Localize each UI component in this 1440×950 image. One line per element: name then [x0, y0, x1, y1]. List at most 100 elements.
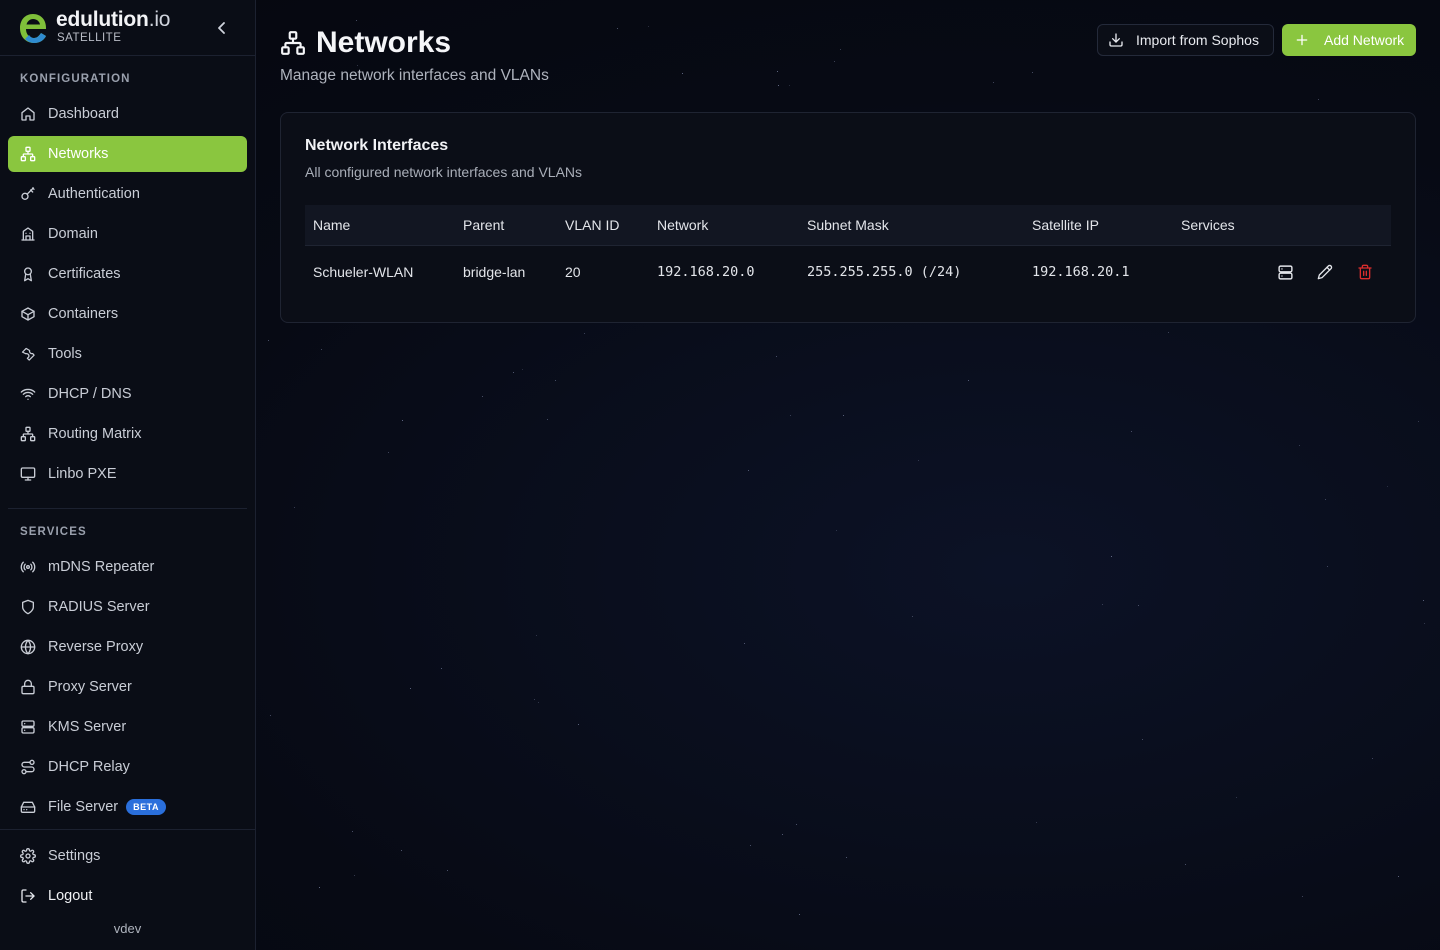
sidebar-item-reverse-proxy[interactable]: Reverse Proxy: [8, 629, 247, 665]
award-icon: [20, 266, 36, 282]
monitor-icon: [20, 466, 36, 482]
cell-satellite-ip: 192.168.20.1: [1032, 264, 1130, 280]
table-row: Schueler-WLAN bridge-lan 20 192.168.20.0…: [305, 246, 1391, 299]
card-title: Network Interfaces: [305, 137, 449, 154]
sidebar-item-radius-server[interactable]: RADIUS Server: [8, 589, 247, 625]
column-header-subnet-mask: Subnet Mask: [807, 217, 889, 233]
star-dot: [1131, 431, 1133, 433]
star-dot: [789, 415, 791, 417]
star-dot: [512, 371, 514, 373]
star-dot: [538, 702, 540, 704]
star-dot: [1168, 332, 1170, 334]
import-from-sophos-button[interactable]: Import from Sophos: [1097, 24, 1274, 56]
star-dot: [776, 356, 778, 358]
sidebar: edulution.io SATELLITE KONFIGURATION Das…: [0, 0, 256, 950]
chevron-left-icon: [218, 22, 225, 34]
sidebar-item-kms-server[interactable]: KMS Server: [8, 709, 247, 745]
network-icon: [281, 31, 305, 55]
star-dot: [778, 84, 780, 86]
brand-subtitle: SATELLITE: [57, 32, 122, 44]
sidebar-item-dhcp-relay[interactable]: DHCP Relay: [8, 749, 247, 785]
sidebar-item-containers[interactable]: Containers: [8, 296, 247, 332]
sidebar-item-label: Reverse Proxy: [48, 639, 144, 655]
sidebar-item-mdns-repeater[interactable]: mDNS Repeater: [8, 549, 247, 585]
sidebar-item-linbo-pxe[interactable]: Linbo PXE: [8, 456, 247, 492]
star-dot: [388, 451, 390, 453]
brand-name: edulution.io: [56, 8, 171, 31]
network-icon: [20, 426, 36, 442]
sidebar-item-dashboard[interactable]: Dashboard: [8, 96, 247, 132]
sidebar-item-tools[interactable]: Tools: [8, 336, 247, 372]
sidebar-item-networks[interactable]: Networks: [8, 136, 247, 172]
star-dot: [617, 27, 619, 29]
edulution-logo-icon: [20, 14, 47, 43]
delete-button[interactable]: [1355, 262, 1375, 282]
sidebar-item-dhcp-dns[interactable]: DHCP / DNS: [8, 376, 247, 412]
star-dot: [268, 339, 270, 341]
sidebar-item-label: Dashboard: [48, 106, 119, 122]
card-description: All configured network interfaces and VL…: [305, 164, 583, 180]
logout-button[interactable]: Logout: [8, 878, 247, 914]
star-dot: [1423, 600, 1425, 602]
shield-icon: [20, 599, 36, 615]
page-title: Networks: [316, 26, 452, 59]
star-dot: [1397, 875, 1399, 877]
sidebar-item-proxy-server[interactable]: Proxy Server: [8, 669, 247, 705]
star-dot: [352, 830, 354, 832]
sidebar-item-settings[interactable]: Settings: [8, 838, 247, 874]
brand-header: edulution.io SATELLITE: [0, 0, 255, 56]
radio-icon: [20, 559, 36, 575]
section-label-services: SERVICES: [20, 526, 87, 538]
column-header-vlan-id: VLAN ID: [565, 217, 620, 233]
star-dot: [447, 869, 449, 871]
cell-subnet-mask: 255.255.255.0 (/24): [807, 264, 962, 280]
sidebar-item-routing-matrix[interactable]: Routing Matrix: [8, 416, 247, 452]
download-icon: [1108, 32, 1124, 48]
server-icon: [1277, 264, 1293, 280]
sidebar-item-label: Authentication: [48, 186, 140, 202]
star-dot: [833, 60, 835, 62]
lock-icon: [20, 679, 36, 695]
star-dot: [533, 699, 535, 701]
add-network-button[interactable]: Add Network: [1282, 24, 1416, 56]
sidebar-item-file-server[interactable]: File Server BETA: [8, 789, 247, 825]
edit-button[interactable]: [1315, 262, 1335, 282]
cell-parent: bridge-lan: [463, 264, 526, 280]
star-dot: [648, 25, 650, 27]
sidebar-divider: [0, 829, 255, 830]
star-dot: [777, 71, 779, 73]
column-header-parent: Parent: [463, 217, 505, 233]
sidebar-item-label: DHCP Relay: [48, 759, 130, 775]
gear-icon: [20, 848, 36, 864]
column-header-network: Network: [657, 217, 709, 233]
star-dot: [1298, 444, 1300, 446]
star-dot: [1141, 739, 1143, 741]
star-dot: [584, 333, 586, 335]
building-icon: [20, 226, 36, 242]
sidebar-item-label: Routing Matrix: [48, 426, 142, 442]
sidebar-item-label: Linbo PXE: [48, 466, 117, 482]
star-dot: [842, 414, 844, 416]
star-dot: [318, 887, 320, 889]
collapse-sidebar-button[interactable]: [212, 18, 232, 38]
star-dot: [536, 635, 538, 636]
sidebar-item-domain[interactable]: Domain: [8, 216, 247, 252]
star-dot: [748, 470, 750, 472]
sidebar-item-authentication[interactable]: Authentication: [8, 176, 247, 212]
star-dot: [1302, 895, 1304, 897]
star-dot: [1032, 72, 1034, 74]
star-dot: [744, 643, 746, 645]
star-dot: [409, 688, 411, 690]
star-dot: [912, 616, 914, 618]
star-dot: [1138, 605, 1140, 607]
cell-vlan-id: 20: [565, 264, 581, 280]
sidebar-item-certificates[interactable]: Certificates: [8, 256, 247, 292]
star-dot: [320, 348, 322, 350]
button-label: Add Network: [1324, 32, 1405, 48]
star-dot: [682, 72, 684, 74]
sidebar-item-label: Domain: [48, 226, 98, 242]
trash-icon: [1358, 264, 1372, 280]
services-button[interactable]: [1275, 262, 1295, 282]
wrench-icon: [20, 346, 36, 362]
star-dot: [840, 49, 842, 51]
